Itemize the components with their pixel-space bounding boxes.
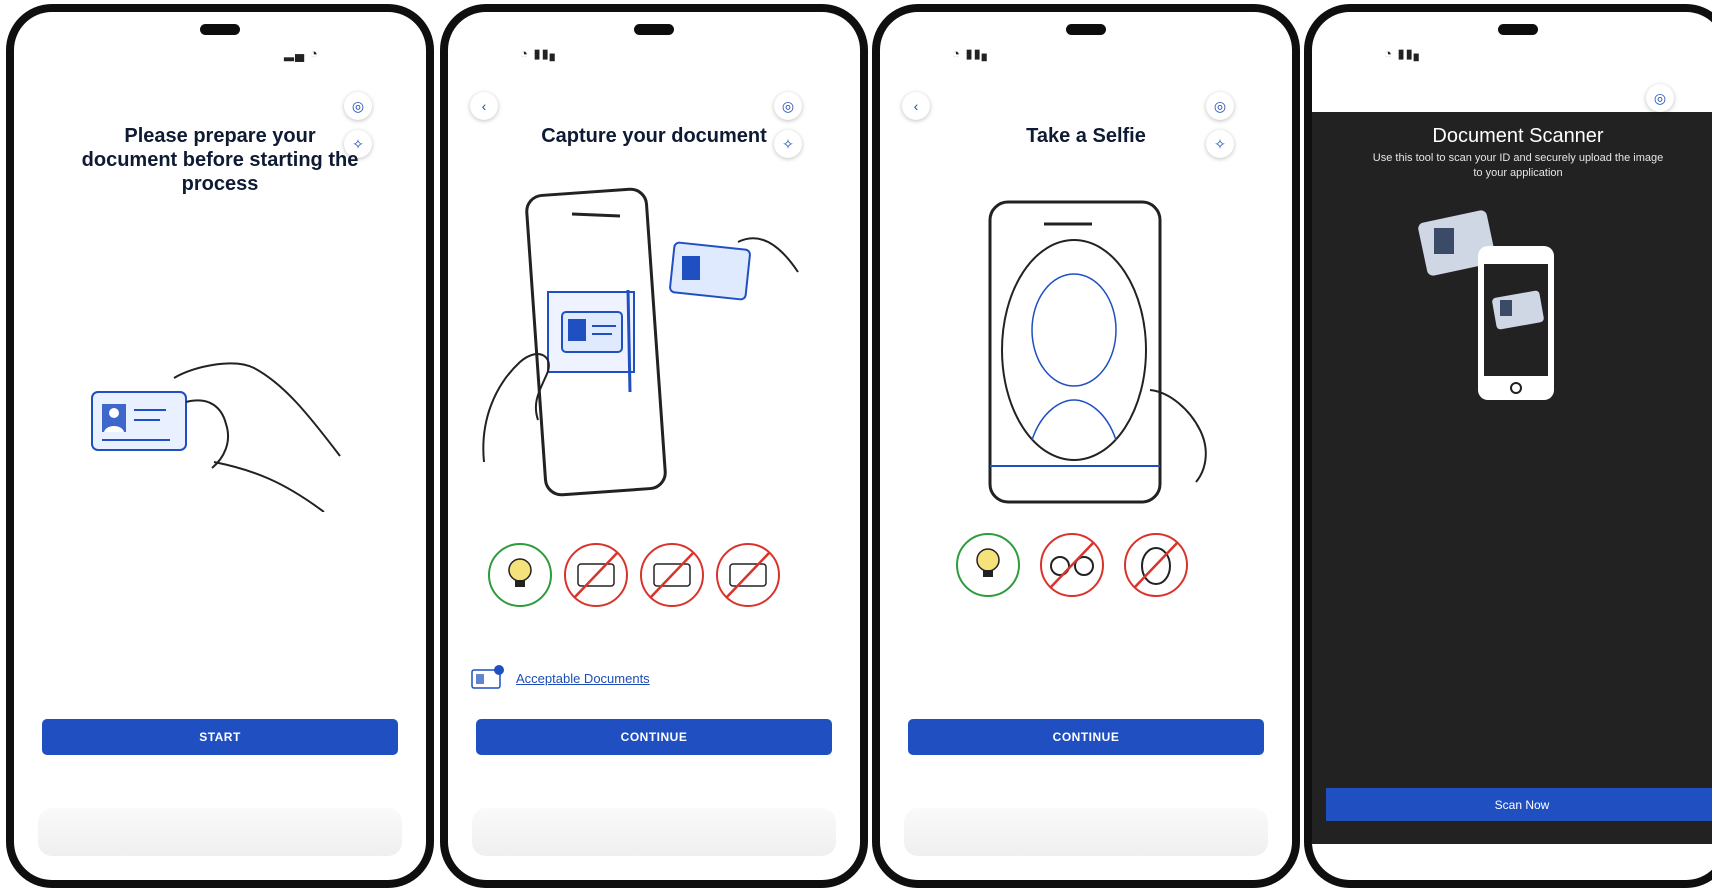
screen-document-scanner: ◔ ▮▮▖ ◎ Document Scanner Use this tool t…	[1312, 12, 1712, 880]
back-button[interactable]: ‹	[470, 92, 498, 120]
selfie-illustration	[988, 200, 1207, 504]
phone-capture-illustration	[482, 187, 799, 497]
screen-capture-document: ◔ ▮▮▖ ‹ ◎ ✧ Capture your document Accept…	[448, 12, 860, 880]
bottom-area	[1312, 844, 1712, 880]
phone-frame-1: ▂▄ ◔ ◎ ✧ Please prepare your document be…	[6, 4, 434, 888]
id-card-hand-illustration	[91, 362, 341, 512]
page-title: Document Scanner	[1432, 125, 1604, 147]
document-check-icon	[471, 665, 504, 689]
phone-frame-3: ◔ ▮▮▖ ‹ ◎ ✧ Take a Selfie CONTINUE	[872, 4, 1300, 888]
scan-now-button[interactable]: Scan Now	[1326, 788, 1712, 821]
selfie-tips-icons	[956, 533, 1188, 597]
page-subtitle: Use this tool to scan your ID and secure…	[1372, 152, 1664, 179]
phone-frame-4: ◔ ▮▮▖ ◎ Document Scanner Use this tool t…	[1304, 4, 1712, 888]
globe-icon[interactable]: ◎	[774, 92, 802, 120]
notch	[1066, 24, 1106, 35]
status-icons: ▂▄ ◔	[284, 46, 319, 61]
scanner-illustration	[1418, 210, 1554, 400]
page-title: Take a Selfie	[1026, 125, 1146, 147]
acceptable-documents-link[interactable]: Acceptable Documents	[516, 671, 650, 686]
start-button[interactable]: START	[42, 719, 398, 755]
page-title: Please prepare your document before star…	[81, 125, 359, 195]
notch	[1498, 24, 1538, 35]
back-button[interactable]: ‹	[902, 92, 930, 120]
screen-prepare: ▂▄ ◔ ◎ ✧ Please prepare your document be…	[14, 12, 426, 880]
globe-icon[interactable]: ◎	[344, 92, 372, 120]
globe-icon[interactable]: ◎	[1206, 92, 1234, 120]
status-icons: ◔ ▮▮▖	[520, 46, 561, 61]
home-indicator-area	[38, 808, 402, 856]
screen-selfie: ◔ ▮▮▖ ‹ ◎ ✧ Take a Selfie CONTINUE	[880, 12, 1292, 880]
page-title: Capture your document	[541, 125, 767, 147]
status-icons: ◔ ▮▮▖	[952, 46, 993, 61]
onboarding-screens: ▂▄ ◔ ◎ ✧ Please prepare your document be…	[0, 0, 1712, 891]
continue-button[interactable]: CONTINUE	[476, 719, 832, 755]
status-icons: ◔ ▮▮▖	[1384, 46, 1425, 61]
home-indicator-area	[904, 808, 1268, 856]
home-indicator-area	[472, 808, 836, 856]
phone-frame-2: ◔ ▮▮▖ ‹ ◎ ✧ Capture your document Accept…	[440, 4, 868, 888]
capture-tips-icons	[488, 543, 780, 607]
globe-icon[interactable]: ◎	[1646, 84, 1674, 112]
continue-button[interactable]: CONTINUE	[908, 719, 1264, 755]
notch	[634, 24, 674, 35]
notch	[200, 24, 240, 35]
